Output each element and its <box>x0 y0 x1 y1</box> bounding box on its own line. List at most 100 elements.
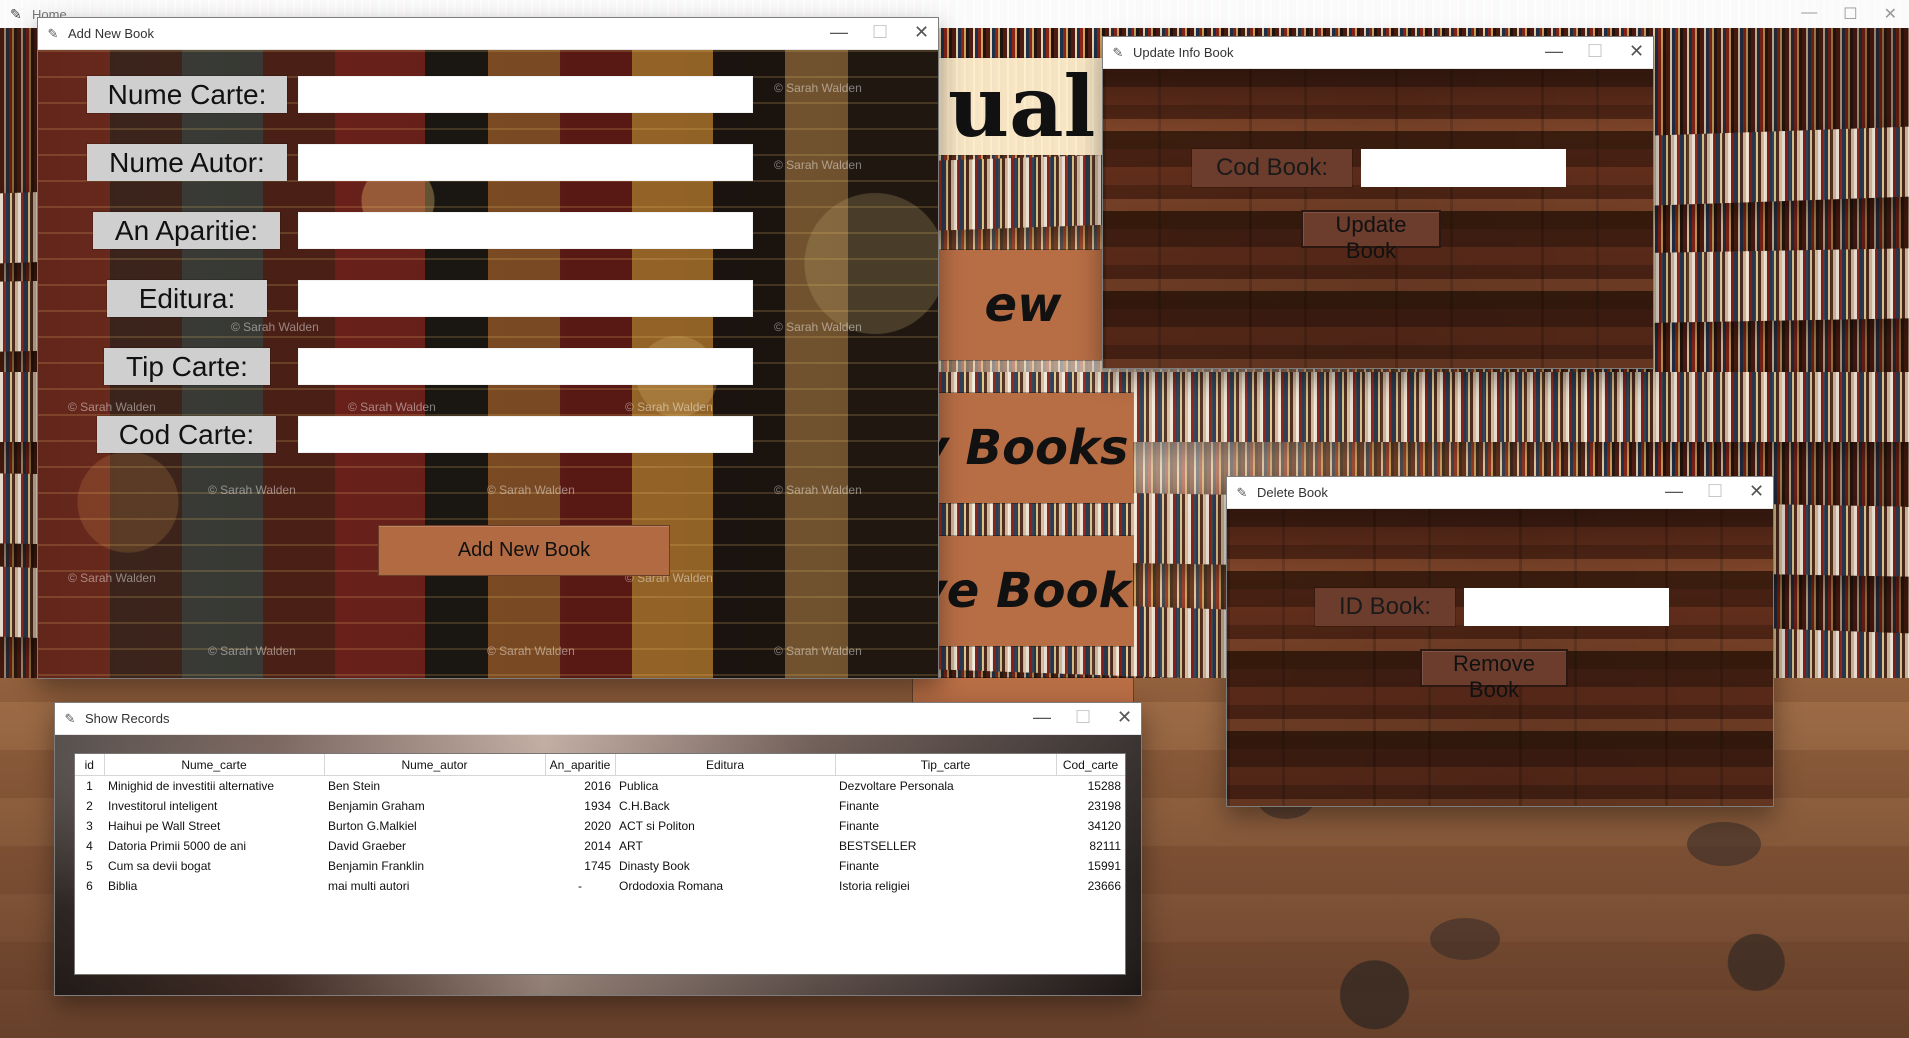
record-book-title: Haihui pe Wall Street <box>108 819 221 833</box>
record-year: 2016 <box>584 779 611 793</box>
update-book-code-input[interactable] <box>1361 149 1566 187</box>
book-title-input[interactable] <box>298 76 753 113</box>
records-table-container: id Nume_carte Nume_autor An_aparitie Edi… <box>74 753 1126 975</box>
watermark-text: © Sarah Walden <box>208 483 296 497</box>
record-id: 2 <box>86 799 93 813</box>
show-records-titlebar: ✎ Show Records — ☐ ✕ <box>55 703 1141 735</box>
minimize-icon[interactable]: — <box>830 23 848 41</box>
record-year: 1934 <box>584 799 611 813</box>
record-id: 4 <box>86 839 93 853</box>
record-author: David Graeber <box>328 839 407 853</box>
record-id: 6 <box>86 879 93 893</box>
column-header-book-title[interactable]: Nume_carte <box>104 754 325 776</box>
delete-book-id-label: ID Book: <box>1315 588 1455 626</box>
feather-icon: ✎ <box>47 25 59 41</box>
column-header-book-code[interactable]: Cod_carte <box>1056 754 1125 776</box>
column-header-publisher[interactable]: Editura <box>615 754 836 776</box>
close-icon[interactable]: ✕ <box>1749 482 1764 500</box>
table-row[interactable]: 5 Cum sa devii bogat Benjamin Franklin 1… <box>75 856 1125 876</box>
add-new-book-window-title: Add New Book <box>68 26 154 41</box>
record-book-title: Biblia <box>108 879 138 893</box>
book-type-input[interactable] <box>298 348 753 385</box>
show-records-controls: — ☐ ✕ <box>1033 708 1132 726</box>
delete-book-id-input[interactable] <box>1464 588 1669 626</box>
add-new-book-window: ✎ Add New Book — ☐ ✕ © Sarah Walden © Sa… <box>37 17 939 679</box>
record-year: 2014 <box>584 839 611 853</box>
add-new-book-titlebar: ✎ Add New Book — ☐ ✕ <box>38 18 938 50</box>
record-book-code: 34120 <box>1087 819 1121 833</box>
table-row[interactable]: 2 Investitorul inteligent Benjamin Graha… <box>75 796 1125 816</box>
record-author: Benjamin Graham <box>328 799 425 813</box>
watermark-text: © Sarah Walden <box>208 644 296 658</box>
book-code-label: Cod Carte: <box>97 416 276 453</box>
record-id: 3 <box>86 819 93 833</box>
delete-book-body: ID Book: Remove Book <box>1227 509 1773 806</box>
column-header-year[interactable]: An_aparitie <box>545 754 616 776</box>
main-menu-view-books[interactable]: v Books <box>913 393 1133 503</box>
watermark-text: © Sarah Walden <box>68 571 156 585</box>
watermark-text: © Sarah Walden <box>231 320 319 334</box>
close-icon[interactable]: ✕ <box>1884 4 1897 24</box>
feather-icon: ✎ <box>10 6 22 22</box>
close-icon[interactable]: ✕ <box>1629 42 1644 60</box>
record-book-code: 23666 <box>1087 879 1121 893</box>
feather-icon: ✎ <box>1236 484 1248 500</box>
record-book-type: Finante <box>839 799 880 813</box>
record-year: 2020 <box>584 819 611 833</box>
record-book-type: Dezvoltare Personala <box>839 779 954 793</box>
feather-icon: ✎ <box>1112 44 1124 60</box>
table-row[interactable]: 4 Datoria Primii 5000 de ani David Graeb… <box>75 836 1125 856</box>
watermark-text: © Sarah Walden <box>348 400 436 414</box>
update-info-book-body: Cod Book: Update Book <box>1103 69 1653 368</box>
record-publisher: ACT si Politon <box>619 819 695 833</box>
show-records-body: id Nume_carte Nume_autor An_aparitie Edi… <box>55 735 1141 995</box>
watermark-text: © Sarah Walden <box>774 483 862 497</box>
watermark-text: © Sarah Walden <box>487 644 575 658</box>
maximize-icon[interactable]: ☐ <box>1843 4 1857 24</box>
minimize-icon[interactable]: — <box>1665 482 1683 500</box>
remove-book-button[interactable]: Remove Book <box>1420 649 1568 702</box>
table-row[interactable]: 6 Biblia mai multi autori - Ordodoxia Ro… <box>75 876 1125 896</box>
floor-spot <box>1430 918 1500 960</box>
publication-year-input[interactable] <box>298 212 753 249</box>
record-author: Benjamin Franklin <box>328 859 425 873</box>
update-info-book-titlebar: ✎ Update Info Book — ☐ ✕ <box>1103 37 1653 69</box>
close-icon[interactable]: ✕ <box>914 23 929 41</box>
add-new-book-button[interactable]: Add New Book <box>378 525 670 576</box>
record-author: Ben Stein <box>328 779 381 793</box>
show-records-window: ✎ Show Records — ☐ ✕ id Nume_carte Nume_… <box>54 702 1142 996</box>
record-id: 5 <box>86 859 93 873</box>
main-menu-remove-book[interactable]: ve Book <box>913 536 1133 646</box>
record-book-type: Finante <box>839 819 880 833</box>
column-header-author[interactable]: Nume_autor <box>324 754 546 776</box>
column-header-id[interactable]: id <box>75 754 105 776</box>
maximize-icon[interactable]: ☐ <box>1587 42 1603 60</box>
author-name-label: Nume Autor: <box>87 144 287 181</box>
maximize-icon[interactable]: ☐ <box>872 23 888 41</box>
update-book-button[interactable]: Update Book <box>1301 210 1441 263</box>
record-book-code: 15991 <box>1087 859 1121 873</box>
maximize-icon[interactable]: ☐ <box>1707 482 1723 500</box>
add-new-book-body: © Sarah Walden © Sarah Walden © Sarah Wa… <box>38 50 938 678</box>
book-code-input[interactable] <box>298 416 753 453</box>
column-header-book-type[interactable]: Tip_carte <box>835 754 1057 776</box>
minimize-icon[interactable]: — <box>1033 708 1051 726</box>
record-book-code: 23198 <box>1087 799 1121 813</box>
minimize-icon[interactable]: — <box>1801 4 1817 24</box>
book-title-label: Nume Carte: <box>87 76 287 113</box>
record-book-type: BESTSELLER <box>839 839 917 853</box>
add-new-book-window-controls: — ☐ ✕ <box>830 23 929 41</box>
record-book-title: Minighid de investitii alternative <box>108 779 275 793</box>
minimize-icon[interactable]: — <box>1545 42 1563 60</box>
watermark-text: © Sarah Walden <box>774 644 862 658</box>
table-row[interactable]: 1 Minighid de investitii alternative Ben… <box>75 776 1125 797</box>
record-publisher: ART <box>619 839 643 853</box>
table-row[interactable]: 3 Haihui pe Wall Street Burton G.Malkiel… <box>75 816 1125 836</box>
publisher-label: Editura: <box>107 280 267 317</box>
maximize-icon[interactable]: ☐ <box>1075 708 1091 726</box>
main-menu-add-book[interactable]: ew Book <box>913 250 1133 443</box>
close-icon[interactable]: ✕ <box>1117 708 1132 726</box>
record-author: Burton G.Malkiel <box>328 819 417 833</box>
publisher-input[interactable] <box>298 280 753 317</box>
author-name-input[interactable] <box>298 144 753 181</box>
